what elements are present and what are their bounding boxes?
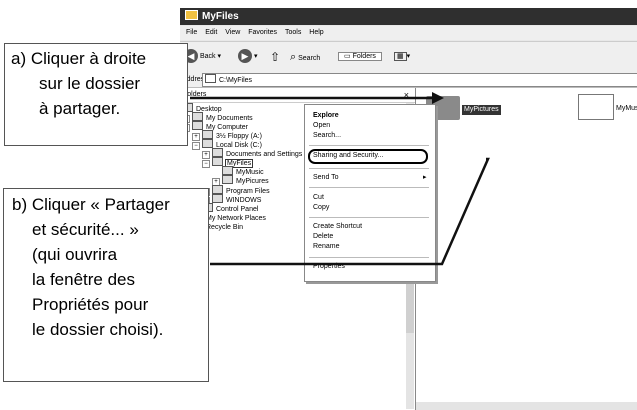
callout-b-line: b) Cliquer « Partager [12,195,170,214]
connector-arrowhead [432,92,444,104]
callout-b-line: le dossier choisi). [32,320,164,339]
callout-b-line: et sécurité... » [32,220,139,239]
callout-b-connector [210,157,490,266]
callout-b-line: (qui ouvrira [32,245,118,264]
callout-b-line: Propriétés pour [32,295,149,314]
callout-b: b) Cliquer « Partager et sécurité... » (… [3,188,209,382]
callout-a: a) Cliquer à droite sur le dossier à par… [4,43,188,146]
callout-a-line: à partager. [39,99,121,118]
callout-a-line: sur le dossier [39,74,141,93]
callout-b-line: la fenêtre des [32,270,136,289]
callout-a-line: a) Cliquer à droite [11,49,147,68]
